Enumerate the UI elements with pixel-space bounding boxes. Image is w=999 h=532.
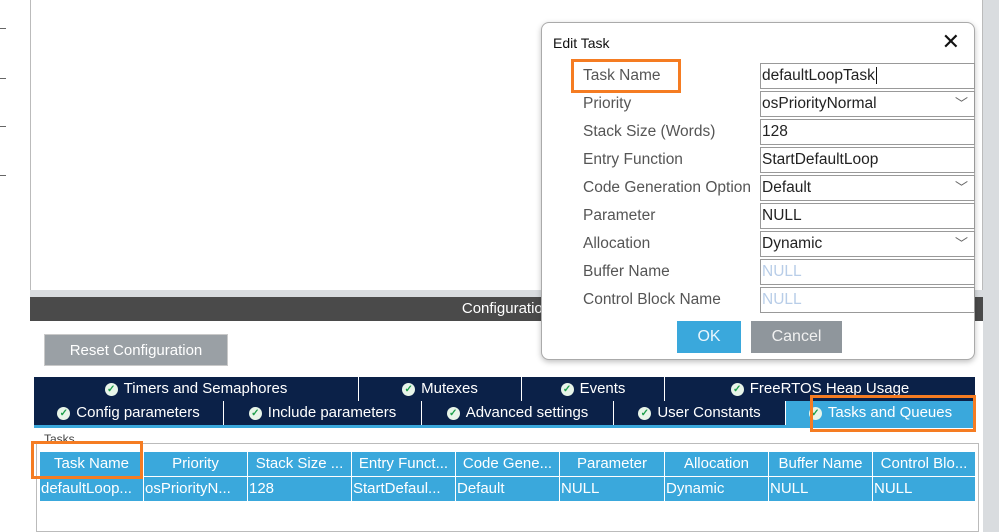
entry-function-input[interactable]: StartDefaultLoop: [760, 147, 975, 173]
column-header[interactable]: Allocation: [665, 452, 769, 476]
field-value: Dynamic: [762, 235, 823, 252]
label-priority: Priority: [583, 95, 632, 112]
table-row[interactable]: defaultLoop... osPriorityN... 128 StartD…: [40, 477, 976, 501]
check-circle-icon: ✓: [57, 406, 71, 420]
chevron-down-icon: ﹀: [954, 180, 968, 195]
column-header[interactable]: Code Gene...: [456, 452, 560, 476]
highlight-box: [31, 441, 143, 479]
dialog-title: Edit Task: [553, 35, 610, 51]
table-cell: 128: [248, 477, 352, 501]
label-code-generation-option: Code Generation Option: [583, 179, 752, 196]
edit-task-dialog: Edit Task ✕ Task Name defaultLoopTask Pr…: [541, 22, 975, 360]
column-header[interactable]: Control Blo...: [873, 452, 976, 476]
text-cursor: [875, 67, 877, 84]
column-header[interactable]: Entry Funct...: [352, 452, 456, 476]
label-entry-function: Entry Function: [583, 151, 683, 168]
check-circle-icon: ✓: [730, 382, 744, 396]
tab-timers-and-semaphores[interactable]: ✓ Timers and Semaphores: [34, 377, 359, 401]
table-cell: osPriorityN...: [144, 477, 248, 501]
reset-configuration-button[interactable]: Reset Configuration: [44, 334, 228, 366]
close-icon[interactable]: ✕: [942, 31, 960, 53]
check-circle-icon: ✓: [560, 382, 574, 396]
table-cell: Default: [456, 477, 560, 501]
field-value: osPriorityNormal: [762, 95, 877, 112]
tab-label: Events: [579, 380, 626, 397]
buffer-name-input[interactable]: NULL: [760, 259, 975, 285]
control-block-name-input[interactable]: NULL: [760, 287, 975, 313]
highlight-box: [810, 395, 976, 432]
ruler-tick: [0, 126, 6, 127]
task-name-input[interactable]: defaultLoopTask: [760, 63, 975, 89]
code-generation-select[interactable]: Default ﹀: [760, 175, 975, 201]
chevron-down-icon: ﹀: [954, 96, 968, 111]
check-circle-icon: ✓: [638, 406, 652, 420]
check-circle-icon: ✓: [446, 406, 460, 420]
column-header[interactable]: Parameter: [560, 452, 665, 476]
highlight-box: [571, 59, 681, 93]
check-circle-icon: ✓: [104, 382, 118, 396]
table-cell: StartDefaul...: [352, 477, 456, 501]
column-header[interactable]: Buffer Name: [769, 452, 873, 476]
column-header[interactable]: Stack Size ...: [248, 452, 352, 476]
tab-label: Timers and Semaphores: [123, 380, 288, 397]
table-cell: Dynamic: [665, 477, 769, 501]
ruler-tick: [0, 78, 6, 79]
label-control-block-name: Control Block Name: [583, 291, 721, 308]
ruler-tick: [0, 175, 6, 176]
chevron-down-icon: ﹀: [954, 236, 968, 251]
label-buffer-name: Buffer Name: [583, 263, 670, 280]
tab-label: Config parameters: [76, 404, 200, 421]
label-allocation: Allocation: [583, 235, 651, 252]
tab-label: Include parameters: [267, 404, 397, 421]
tab-label: Advanced settings: [465, 404, 589, 421]
tab-user-constants[interactable]: ✓ User Constants: [614, 401, 786, 425]
field-value: Default: [762, 179, 812, 196]
ruler-tick: [0, 28, 6, 29]
check-circle-icon: ✓: [402, 382, 416, 396]
tab-events[interactable]: ✓ Events: [522, 377, 665, 401]
ok-button[interactable]: OK: [677, 321, 741, 353]
table-header: Task Name Priority Stack Size ... Entry …: [40, 452, 976, 476]
tab-config-parameters[interactable]: ✓ Config parameters: [34, 401, 224, 425]
left-panel: [0, 0, 30, 532]
parameter-input[interactable]: NULL: [760, 203, 975, 229]
label-parameter: Parameter: [583, 207, 656, 224]
table-cell: NULL: [769, 477, 873, 501]
check-circle-icon: ✓: [248, 406, 262, 420]
field-value: defaultLoopTask: [762, 67, 875, 84]
right-border: [983, 0, 999, 532]
table-cell: NULL: [560, 477, 665, 501]
column-header[interactable]: Priority: [144, 452, 248, 476]
tab-include-parameters[interactable]: ✓ Include parameters: [224, 401, 422, 425]
tab-label: User Constants: [657, 404, 761, 421]
tab-mutexes[interactable]: ✓ Mutexes: [359, 377, 522, 401]
label-stack-size: Stack Size (Words): [583, 123, 716, 140]
stack-size-input[interactable]: 128: [760, 119, 975, 145]
cancel-button[interactable]: Cancel: [751, 321, 842, 353]
tab-advanced-settings[interactable]: ✓ Advanced settings: [422, 401, 614, 425]
table-cell: NULL: [873, 477, 976, 501]
table-cell: defaultLoop...: [40, 477, 144, 501]
allocation-select[interactable]: Dynamic ﹀: [760, 231, 975, 257]
priority-select[interactable]: osPriorityNormal ﹀: [760, 91, 975, 117]
tab-label: Mutexes: [421, 380, 478, 397]
